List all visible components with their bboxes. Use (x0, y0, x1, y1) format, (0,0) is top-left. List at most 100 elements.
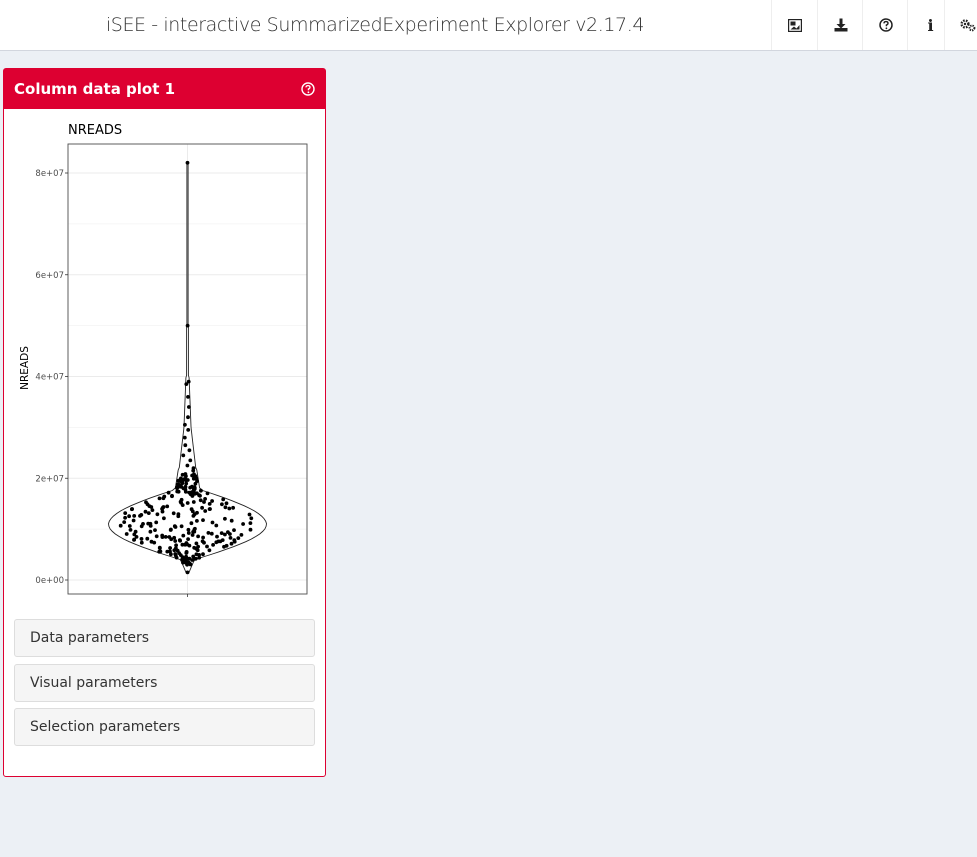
data-point (185, 323, 190, 328)
data-point (185, 160, 190, 165)
settings-button[interactable] (944, 0, 977, 50)
data-point (148, 529, 153, 534)
data-point (221, 497, 226, 502)
visual-parameters-toggle[interactable]: Visual parameters (14, 664, 315, 702)
data-point (220, 502, 224, 507)
data-point (201, 552, 205, 557)
data-point (165, 504, 170, 509)
data-point (186, 527, 191, 532)
data-point (190, 509, 195, 514)
data-point (184, 560, 188, 565)
data-point (191, 530, 196, 534)
data-point (185, 570, 190, 575)
data-point (201, 535, 206, 540)
image-icon (787, 18, 802, 32)
data-point (175, 489, 180, 494)
data-point (123, 515, 127, 520)
y-axis-label: NREADS (19, 346, 31, 390)
data-point (214, 523, 219, 528)
data-point (180, 555, 185, 560)
data-point (187, 448, 192, 453)
data-point (194, 552, 199, 557)
y-tick-label: 8e+07 (35, 169, 64, 179)
export-image-button[interactable] (771, 0, 817, 50)
data-point (146, 521, 151, 526)
data-point (223, 516, 227, 521)
data-point (239, 533, 244, 537)
data-point (141, 522, 145, 526)
data-point (186, 428, 191, 432)
data-point (215, 534, 219, 539)
data-point (149, 539, 154, 544)
data-point (138, 514, 142, 518)
nreads-violin-plot[interactable]: 0e+00 2e+07 4e+07 6e+07 8e+07 NREADS NREADS (4, 69, 325, 609)
data-point (248, 521, 253, 525)
data-point (202, 500, 206, 504)
data-point (232, 528, 236, 532)
data-point (205, 491, 210, 496)
data-point (139, 537, 144, 541)
data-point (173, 547, 178, 552)
data-point (184, 382, 189, 386)
y-tick-label: 2e+07 (35, 474, 64, 484)
data-point (184, 541, 189, 545)
data-point (153, 528, 157, 532)
data-point (160, 535, 165, 539)
data-point (223, 532, 227, 537)
data-point (231, 505, 236, 510)
data-point (198, 498, 203, 503)
column-data-plot-panel: Column data plot 1 0e+00 2e+07 4e+07 6e+07 8… (3, 68, 326, 777)
data-point (160, 509, 165, 514)
data-point (190, 484, 194, 489)
data-point (177, 551, 182, 555)
selection-parameters-toggle[interactable]: Selection parameters (14, 708, 315, 746)
data-point (191, 514, 196, 518)
data-point (183, 422, 187, 427)
data-point (161, 505, 165, 510)
data-parameters-toggle[interactable]: Data parameters (14, 619, 315, 657)
data-point (163, 535, 168, 539)
data-point (181, 453, 186, 458)
data-point (162, 516, 166, 521)
data-point (183, 487, 188, 492)
data-point (171, 511, 176, 516)
data-point (205, 544, 209, 549)
data-point (194, 546, 199, 551)
data-point (210, 520, 215, 525)
data-point (188, 458, 193, 463)
data-point (139, 540, 144, 545)
download-button[interactable] (817, 0, 863, 50)
data-point (187, 405, 191, 409)
info-icon: i (927, 15, 934, 35)
data-point (165, 549, 170, 554)
data-point (187, 561, 192, 566)
y-tick-label: 0e+00 (35, 576, 64, 586)
data-point (174, 543, 179, 548)
data-point (229, 541, 234, 546)
data-point (190, 558, 195, 562)
data-point (248, 527, 253, 532)
data-point (186, 415, 190, 420)
data-point (146, 511, 151, 515)
data-point (222, 544, 226, 549)
data-point (228, 536, 233, 540)
data-point (128, 528, 133, 532)
data-point (123, 511, 128, 515)
data-point (191, 500, 196, 504)
data-point (184, 551, 189, 555)
data-point (132, 514, 137, 518)
data-point (203, 509, 208, 513)
data-point (195, 510, 199, 515)
data-point (241, 522, 246, 526)
data-point (149, 505, 154, 509)
app-title: iSEE - interactive SummarizedExperiment … (105, 14, 645, 36)
data-point (130, 507, 134, 512)
data-point (189, 521, 194, 526)
help-icon (878, 18, 893, 32)
help-button[interactable] (862, 0, 908, 50)
data-point (185, 478, 190, 482)
data-point (144, 500, 148, 505)
y-tick-label: 6e+07 (35, 271, 64, 281)
data-point (195, 479, 199, 483)
data-point (157, 549, 162, 554)
